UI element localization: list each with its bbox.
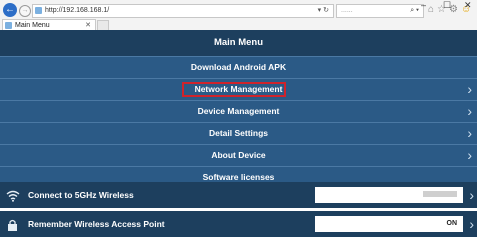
page-content: Main Menu Download Android APK Network M…: [0, 30, 477, 240]
close-window-button[interactable]: ✕: [464, 0, 472, 11]
wifi-icon: [6, 182, 20, 208]
highlight-box: [182, 82, 286, 97]
menu-item-about-device[interactable]: About Device ›: [0, 144, 477, 166]
menu-item-device-management[interactable]: Device Management ›: [0, 100, 477, 122]
browser-chrome: ← → http://192.168.168.1/ ▾ ↻ ...... ⌕ ▾…: [0, 0, 477, 31]
lock-icon: [6, 211, 20, 237]
page-title: Main Menu: [0, 30, 477, 56]
setting-label: Remember Wireless Access Point: [28, 219, 165, 229]
chevron-right-icon: ›: [469, 187, 474, 203]
setting-row-remember-ap[interactable]: Remember Wireless Access Point ON ›: [0, 211, 477, 237]
tab-favicon-icon: [5, 22, 12, 29]
setting-row-5ghz[interactable]: Connect to 5GHz Wireless ›: [0, 182, 477, 208]
remember-ap-value[interactable]: ON: [315, 216, 463, 232]
address-url: http://192.168.168.1/: [45, 7, 110, 14]
address-bar[interactable]: http://192.168.168.1/ ▾ ↻: [32, 4, 334, 18]
forward-button[interactable]: →: [19, 5, 31, 17]
menu-item-label: Software licenses: [202, 172, 275, 182]
menu-item-label: About Device: [211, 150, 266, 160]
search-placeholder: ......: [341, 7, 353, 14]
chevron-right-icon: ›: [467, 103, 472, 119]
menu-item-label: Device Management: [197, 106, 280, 116]
menu-item-download-apk[interactable]: Download Android APK: [0, 56, 477, 78]
wireless-5ghz-value[interactable]: [315, 187, 463, 203]
minimize-button[interactable]: –: [421, 0, 426, 10]
maximize-button[interactable]: ☐: [443, 0, 451, 11]
chevron-right-icon: ›: [467, 81, 472, 97]
menu-item-label: Detail Settings: [208, 128, 269, 138]
window-controls: – ☐ ✕: [407, 0, 477, 12]
back-button[interactable]: ←: [3, 3, 17, 17]
site-favicon-icon: [35, 7, 42, 14]
chevron-right-icon: ›: [469, 216, 474, 232]
setting-label: Connect to 5GHz Wireless: [28, 190, 134, 200]
menu-item-label: Download Android APK: [190, 62, 287, 72]
menu-item-detail-settings[interactable]: Detail Settings ›: [0, 122, 477, 144]
redacted-value: [423, 191, 457, 198]
chevron-right-icon: ›: [467, 125, 472, 141]
menu-item-network-management[interactable]: Network Management ›: [0, 78, 477, 100]
chevron-right-icon: ›: [467, 147, 472, 163]
refresh-icon[interactable]: ▾ ↻: [318, 5, 329, 17]
